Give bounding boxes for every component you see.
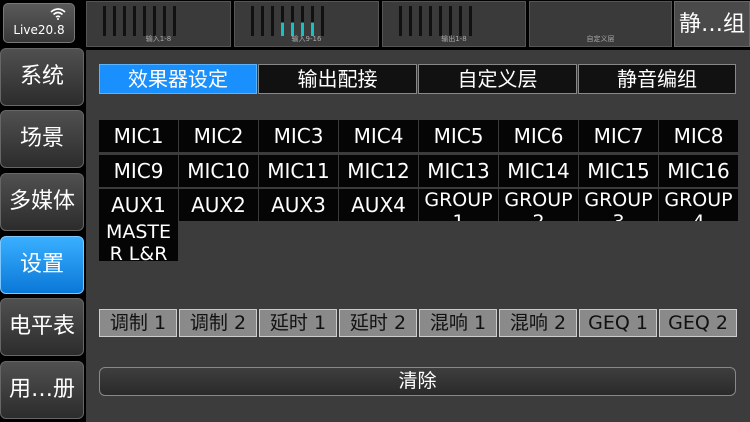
mix-button[interactable]: GROUP2 bbox=[499, 189, 578, 221]
meter-label: 输入9-16 bbox=[291, 35, 322, 43]
mix-button[interactable]: GROUP4 bbox=[659, 189, 738, 221]
meter-bar bbox=[271, 6, 274, 36]
meter-bar bbox=[439, 6, 442, 36]
meter-bar bbox=[399, 6, 402, 36]
device-name: Live20.8 bbox=[13, 23, 65, 37]
meter-bar bbox=[113, 6, 116, 36]
tab[interactable]: 输出配接 bbox=[258, 64, 417, 94]
fx-button[interactable]: GEQ 1 bbox=[579, 309, 657, 337]
sidebar-item[interactable]: 设置 bbox=[0, 236, 84, 294]
mix-button[interactable]: MIC16 bbox=[659, 155, 738, 187]
mix-button[interactable]: MIC8 bbox=[659, 120, 738, 152]
meter-strip[interactable]: 输入1-8 bbox=[86, 1, 231, 47]
scene-label[interactable]: 静…组 bbox=[674, 1, 750, 47]
mix-button[interactable]: MIC3 bbox=[259, 120, 338, 152]
mix-button[interactable]: GROUP1 bbox=[419, 189, 498, 221]
sidebar-item[interactable]: 场景 bbox=[0, 110, 84, 168]
meter-bar bbox=[449, 6, 452, 36]
meter-bar bbox=[103, 6, 106, 36]
mix-button[interactable]: AUX3 bbox=[259, 189, 338, 221]
mix-button[interactable]: MIC2 bbox=[179, 120, 258, 152]
meter-label: 自定义层 bbox=[586, 35, 615, 43]
mix-button[interactable]: AUX1 bbox=[99, 189, 178, 221]
mix-button[interactable]: MIC14 bbox=[499, 155, 578, 187]
meter-bar bbox=[321, 6, 324, 36]
meter-bar bbox=[429, 6, 432, 36]
mix-button[interactable]: MIC7 bbox=[579, 120, 658, 152]
fx-button[interactable]: 延时 1 bbox=[259, 309, 337, 337]
clear-button[interactable]: 清除 bbox=[99, 367, 736, 396]
sidebar-item[interactable]: 电平表 bbox=[0, 298, 84, 356]
mix-button[interactable]: MIC6 bbox=[499, 120, 578, 152]
meter-bar bbox=[311, 6, 314, 36]
tab[interactable]: 自定义层 bbox=[418, 64, 577, 94]
mix-button[interactable]: MIC12 bbox=[339, 155, 418, 187]
meter-strip[interactable]: 输出1-8 bbox=[382, 1, 526, 47]
fx-button[interactable]: 混响 1 bbox=[419, 309, 497, 337]
fx-button[interactable]: 延时 2 bbox=[339, 309, 417, 337]
meter-label: 输出1-8 bbox=[441, 35, 467, 43]
mix-button[interactable]: MIC4 bbox=[339, 120, 418, 152]
sidebar-item[interactable]: 用…册 bbox=[0, 361, 84, 419]
tab[interactable]: 静音编组 bbox=[578, 64, 736, 94]
fx-button[interactable]: 混响 2 bbox=[499, 309, 577, 337]
fx-button[interactable]: 调制 2 bbox=[179, 309, 257, 337]
meter-bar bbox=[261, 6, 264, 36]
meter-bar bbox=[153, 6, 156, 36]
mix-button[interactable]: AUX4 bbox=[339, 189, 418, 221]
fx-button[interactable]: GEQ 2 bbox=[659, 309, 737, 337]
mix-button[interactable]: GROUP3 bbox=[579, 189, 658, 221]
tab[interactable]: 效果器设定 bbox=[99, 64, 257, 94]
mix-button[interactable]: MIC9 bbox=[99, 155, 178, 187]
mix-button[interactable]: MASTER L&R bbox=[99, 221, 178, 261]
meter-bar bbox=[143, 6, 146, 36]
mix-button[interactable]: AUX2 bbox=[179, 189, 258, 221]
meter-bar bbox=[123, 6, 126, 36]
mix-button[interactable]: MIC1 bbox=[99, 120, 178, 152]
meter-bar bbox=[301, 6, 304, 36]
meter-bar bbox=[409, 6, 412, 36]
sidebar-item[interactable]: 多媒体 bbox=[0, 173, 84, 231]
meter-bar bbox=[459, 6, 462, 36]
mix-button[interactable]: MIC5 bbox=[419, 120, 498, 152]
meter-bar bbox=[469, 6, 472, 36]
device-button[interactable]: Live20.8 bbox=[3, 3, 75, 43]
wifi-icon bbox=[50, 8, 66, 23]
meter-bar bbox=[419, 6, 422, 36]
fx-button[interactable]: 调制 1 bbox=[99, 309, 177, 337]
mix-button[interactable]: MIC13 bbox=[419, 155, 498, 187]
meter-bar bbox=[133, 6, 136, 36]
meter-bar bbox=[163, 6, 166, 36]
mix-button[interactable]: MIC15 bbox=[579, 155, 658, 187]
meter-label: 输入1-8 bbox=[145, 35, 172, 43]
meter-bar bbox=[251, 6, 254, 36]
meter-bar bbox=[281, 6, 284, 36]
meter-bar bbox=[173, 6, 176, 36]
mix-button[interactable]: MIC11 bbox=[259, 155, 338, 187]
meter-bar bbox=[291, 6, 294, 36]
meter-strip[interactable]: 输入9-16 bbox=[234, 1, 379, 47]
mix-button[interactable]: MIC10 bbox=[179, 155, 258, 187]
meter-strip[interactable]: 自定义层 bbox=[529, 1, 672, 47]
sidebar-item[interactable]: 系统 bbox=[0, 48, 84, 106]
